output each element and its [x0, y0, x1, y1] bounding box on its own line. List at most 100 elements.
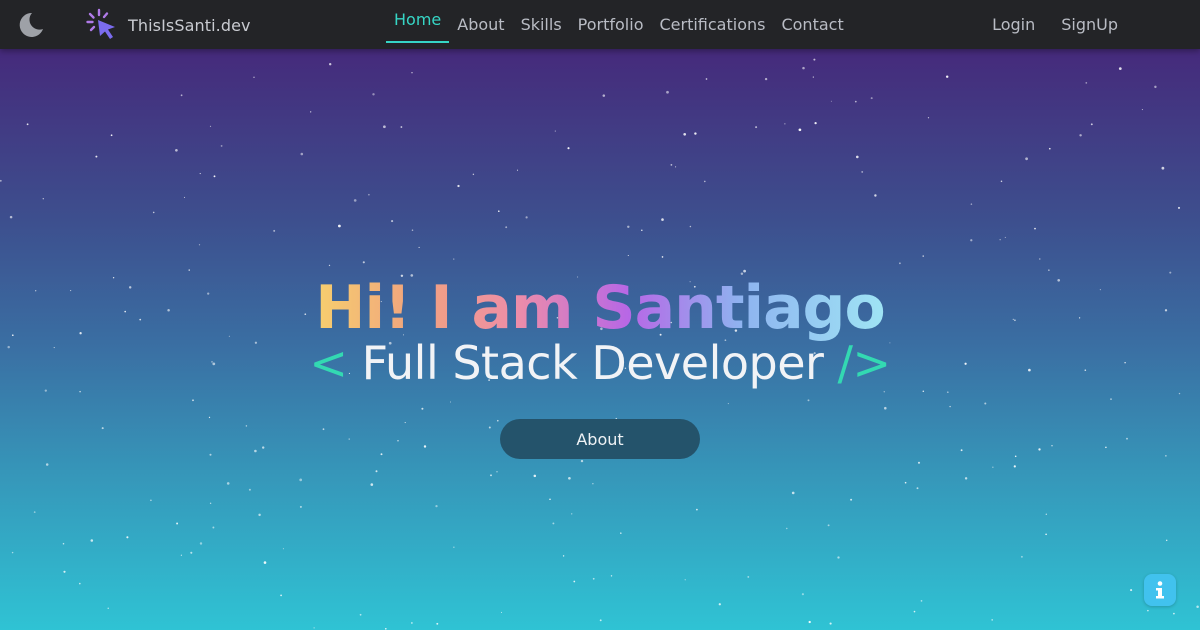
star [299, 478, 303, 482]
star [209, 125, 212, 128]
star [1051, 445, 1053, 447]
star [1118, 67, 1122, 70]
star [362, 261, 365, 264]
nav-link-about[interactable]: About [449, 0, 512, 49]
star [922, 390, 925, 392]
star [602, 94, 606, 97]
star [592, 483, 594, 485]
nav-link-contact[interactable]: Contact [773, 0, 851, 49]
nav-link-portfolio[interactable]: Portfolio [570, 0, 652, 49]
star [1196, 605, 1199, 609]
star [755, 126, 758, 129]
star [1013, 465, 1016, 468]
star [801, 593, 804, 596]
star [627, 225, 630, 229]
theme-toggle-button[interactable] [14, 9, 46, 41]
brand-link[interactable]: ThisIsSanti.dev [86, 8, 251, 41]
star [1020, 555, 1023, 558]
star [1045, 513, 1047, 515]
star [175, 148, 178, 152]
star [970, 203, 973, 205]
star [198, 244, 201, 246]
nav-link-skills[interactable]: Skills [513, 0, 570, 49]
star [573, 580, 576, 583]
star [213, 175, 216, 178]
star [490, 474, 492, 477]
star [258, 513, 261, 517]
nav-link-home[interactable]: Home [386, 0, 450, 49]
info-button[interactable] [1144, 574, 1176, 606]
hero-title-text: Hi! I am Santiago [315, 273, 885, 344]
star [675, 166, 677, 168]
star [694, 132, 697, 135]
info-icon [1156, 581, 1164, 599]
star [1085, 82, 1088, 84]
star [999, 239, 1001, 241]
star [920, 600, 923, 602]
star [1165, 455, 1167, 457]
star [348, 438, 350, 440]
star [946, 391, 949, 394]
star [33, 511, 36, 513]
star [1110, 398, 1112, 400]
star [592, 577, 595, 580]
star [26, 123, 29, 126]
star [899, 262, 901, 265]
star [917, 461, 921, 464]
star [313, 627, 315, 629]
about-button[interactable]: About [500, 419, 700, 459]
star [661, 218, 664, 221]
star [945, 75, 949, 78]
star [380, 453, 383, 456]
star [62, 542, 65, 545]
star [1165, 539, 1168, 542]
star [870, 97, 873, 100]
star [798, 128, 802, 132]
star [421, 407, 424, 410]
star [472, 173, 475, 176]
star [727, 403, 729, 405]
star [516, 169, 519, 171]
nav-links: Home About Skills Portfolio Certificatio… [386, 0, 852, 49]
star [498, 210, 500, 212]
signup-link[interactable]: SignUp [1061, 15, 1118, 34]
auth-links: Login SignUp [992, 0, 1118, 49]
star [338, 224, 341, 228]
star [176, 522, 179, 525]
star [488, 426, 491, 429]
hero-subtitle-text: Full Stack Developer [361, 336, 824, 390]
star [1034, 227, 1036, 230]
star [570, 513, 573, 515]
star [435, 504, 438, 508]
star [248, 488, 251, 491]
hero-subtitle: < Full Stack Developer /> [0, 336, 1200, 390]
star [457, 184, 460, 188]
star [567, 147, 570, 150]
login-link[interactable]: Login [992, 15, 1035, 34]
star [689, 225, 692, 228]
star [353, 199, 357, 202]
star [226, 482, 230, 485]
nav-link-certifications[interactable]: Certifications [651, 0, 773, 49]
star [263, 561, 267, 564]
star [500, 611, 503, 613]
star [9, 215, 13, 219]
star [418, 246, 420, 248]
star [1090, 123, 1093, 126]
star [282, 548, 284, 550]
star [661, 256, 664, 258]
star [1045, 533, 1047, 536]
star [970, 239, 973, 242]
star [1173, 612, 1175, 615]
star [300, 152, 304, 156]
star [913, 610, 916, 613]
star [562, 555, 565, 557]
star [610, 575, 613, 577]
star [110, 134, 113, 137]
star [152, 211, 155, 214]
star [599, 619, 602, 622]
star [884, 406, 887, 410]
star [107, 607, 109, 609]
star [916, 487, 919, 490]
star [984, 402, 987, 405]
